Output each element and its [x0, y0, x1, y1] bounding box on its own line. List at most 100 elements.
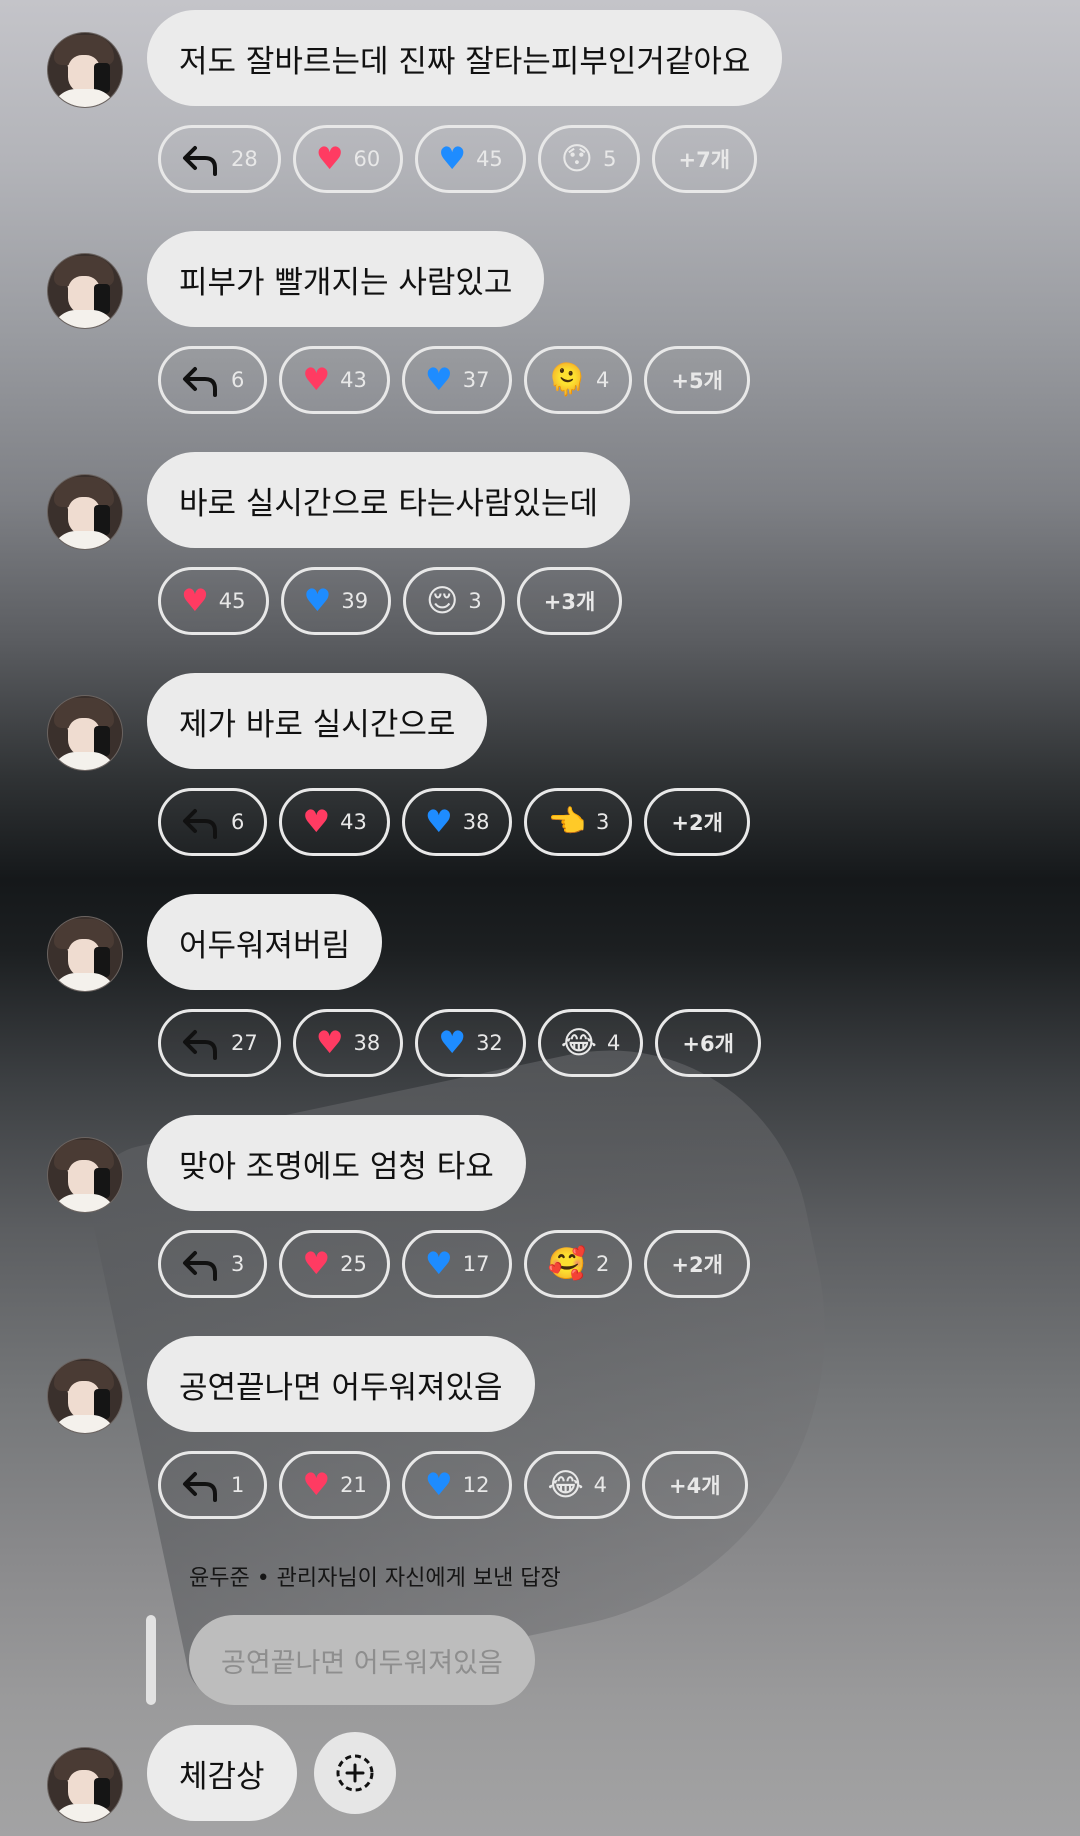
reaction-count: 21: [340, 1473, 367, 1497]
reaction-count: 37: [462, 368, 490, 392]
reaction-bar: 27 ♥ 38 ♥ 32 😂 4 +6개: [158, 1009, 761, 1077]
red-heart-icon: ♥: [302, 1245, 331, 1282]
blue-heart-icon: ♥: [424, 1466, 453, 1503]
reply-count-chip[interactable]: 3: [158, 1230, 268, 1298]
more-reactions-chip[interactable]: +6개: [655, 1009, 761, 1077]
reply-count-chip[interactable]: 28: [158, 125, 281, 193]
reaction-bar: 6 ♥ 43 ♥ 37 🫠 4 +5개: [158, 346, 750, 414]
reply-arrow-icon: [181, 363, 221, 397]
blue-heart-icon: ♥: [438, 1024, 467, 1061]
reaction-count: 4: [593, 1473, 608, 1497]
reaction-chip[interactable]: ♥ 38: [401, 788, 513, 856]
message-bubble[interactable]: 제가 바로 실시간으로: [147, 673, 488, 769]
avatar[interactable]: [47, 1137, 123, 1213]
avatar[interactable]: [47, 474, 123, 550]
blue-heart-icon: ♥: [424, 361, 453, 398]
reaction-count: 3: [468, 589, 482, 613]
reaction-count: 4: [596, 368, 610, 392]
reaction-chip[interactable]: ♥ 45: [158, 567, 269, 635]
reaction-chip[interactable]: ♥ 43: [279, 346, 390, 414]
reaction-chip[interactable]: 🥰 2: [524, 1230, 633, 1298]
relieved-face-icon: 😌: [426, 582, 459, 619]
more-reactions-chip[interactable]: +5개: [644, 346, 750, 414]
blue-heart-icon: ♥: [303, 582, 332, 619]
reaction-chip[interactable]: ♥ 25: [279, 1230, 390, 1298]
reaction-count: 45: [218, 589, 246, 613]
reply-arrow-icon: [181, 1247, 221, 1281]
quoted-message[interactable]: 공연끝나면 어두워져있음: [189, 1615, 535, 1705]
reply-count-chip[interactable]: 6: [158, 788, 268, 856]
reaction-count: 43: [340, 368, 367, 392]
reaction-bar: 3 ♥ 25 ♥ 17 🥰 2 +2개: [158, 1230, 750, 1298]
message-bubble[interactable]: 체감상: [147, 1725, 297, 1821]
reaction-count: 17: [462, 1252, 490, 1276]
reply-count-chip[interactable]: 6: [158, 346, 268, 414]
reaction-chip[interactable]: 😂 4: [524, 1451, 631, 1519]
avatar[interactable]: [47, 1747, 123, 1823]
reaction-chip[interactable]: 👈 3: [524, 788, 633, 856]
red-heart-icon: ♥: [302, 1466, 331, 1503]
reaction-chip[interactable]: ♥ 32: [415, 1009, 526, 1077]
reply-arrow-icon: [181, 142, 221, 176]
pointing-hand-icon: 👈: [547, 803, 587, 840]
reaction-chip[interactable]: ♥ 21: [279, 1451, 390, 1519]
melting-face-icon: 🫠: [547, 361, 587, 398]
avatar[interactable]: [47, 1358, 123, 1434]
reply-arrow-icon: [181, 1468, 221, 1502]
message-bubble[interactable]: 바로 실시간으로 타는사람있는데: [147, 452, 630, 548]
reaction-count: 6: [231, 810, 245, 834]
more-reactions-chip[interactable]: +4개: [642, 1451, 748, 1519]
reaction-count: 2: [596, 1252, 610, 1276]
reply-count-chip[interactable]: 1: [158, 1451, 268, 1519]
reaction-count: 60: [353, 147, 381, 171]
reaction-chip[interactable]: ♥ 43: [279, 788, 390, 856]
message-bubble[interactable]: 맞아 조명에도 엄청 타요: [147, 1115, 526, 1211]
reaction-count: 39: [341, 589, 369, 613]
avatar[interactable]: [47, 695, 123, 771]
reaction-chip[interactable]: 😌 3: [403, 567, 505, 635]
more-reactions-chip[interactable]: +2개: [644, 788, 750, 856]
reaction-bar: 1 ♥ 21 ♥ 12 😂 4 +4개: [158, 1451, 748, 1519]
red-heart-icon: ♥: [315, 140, 344, 177]
reaction-chip[interactable]: ♥ 12: [401, 1451, 513, 1519]
red-heart-icon: ♥: [315, 1024, 344, 1061]
message-bubble[interactable]: 공연끝나면 어두워져있음: [147, 1336, 535, 1432]
smiling-hearts-face-icon: 🥰: [547, 1245, 587, 1282]
message-bubble[interactable]: 어두워져버림: [147, 894, 383, 990]
more-reactions-chip[interactable]: +3개: [516, 567, 623, 635]
reaction-chip[interactable]: ♥ 60: [292, 125, 404, 193]
reaction-count: 3: [231, 1252, 245, 1276]
reaction-chip[interactable]: 😯 5: [537, 125, 640, 193]
reaction-count: 25: [340, 1252, 367, 1276]
red-heart-icon: ♥: [181, 582, 209, 619]
reaction-count: 1: [231, 1473, 245, 1497]
reaction-chip[interactable]: ♥ 45: [415, 125, 526, 193]
avatar[interactable]: [47, 32, 123, 108]
blue-heart-icon: ♥: [424, 1245, 453, 1282]
reaction-count: 45: [476, 147, 503, 171]
blue-heart-icon: ♥: [438, 140, 467, 177]
avatar[interactable]: [47, 916, 123, 992]
reaction-chip[interactable]: ♥ 17: [401, 1230, 513, 1298]
reaction-chip[interactable]: ♥ 38: [292, 1009, 404, 1077]
more-reactions-chip[interactable]: +2개: [644, 1230, 750, 1298]
reaction-chip[interactable]: ♥ 39: [280, 567, 392, 635]
red-heart-icon: ♥: [302, 803, 331, 840]
more-reactions-chip[interactable]: +7개: [651, 125, 758, 193]
blue-heart-icon: ♥: [424, 803, 453, 840]
reply-context-label: 윤두준 • 관리자님이 자신에게 보낸 답장: [189, 1566, 561, 1591]
reaction-chip[interactable]: ♥ 37: [401, 346, 513, 414]
message-bubble[interactable]: 피부가 빨개지는 사람있고: [147, 231, 545, 327]
reaction-count: 32: [476, 1031, 503, 1055]
reaction-chip[interactable]: 🫠 4: [524, 346, 633, 414]
message-bubble[interactable]: 저도 잘바르는데 진짜 잘타는피부인거같아요: [147, 10, 783, 106]
avatar[interactable]: [47, 253, 123, 329]
reaction-count: 3: [596, 810, 610, 834]
reply-count-chip[interactable]: 27: [158, 1009, 281, 1077]
tears-of-joy-icon: 😂: [547, 1466, 584, 1503]
tears-of-joy-icon: 😂: [560, 1024, 598, 1061]
reaction-bar: 6 ♥ 43 ♥ 38 👈 3 +2개: [158, 788, 750, 856]
reaction-chip[interactable]: 😂 4: [537, 1009, 644, 1077]
add-reaction-button[interactable]: [314, 1732, 396, 1814]
reaction-bar: 28 ♥ 60 ♥ 45 😯 5 +7개: [158, 125, 758, 193]
